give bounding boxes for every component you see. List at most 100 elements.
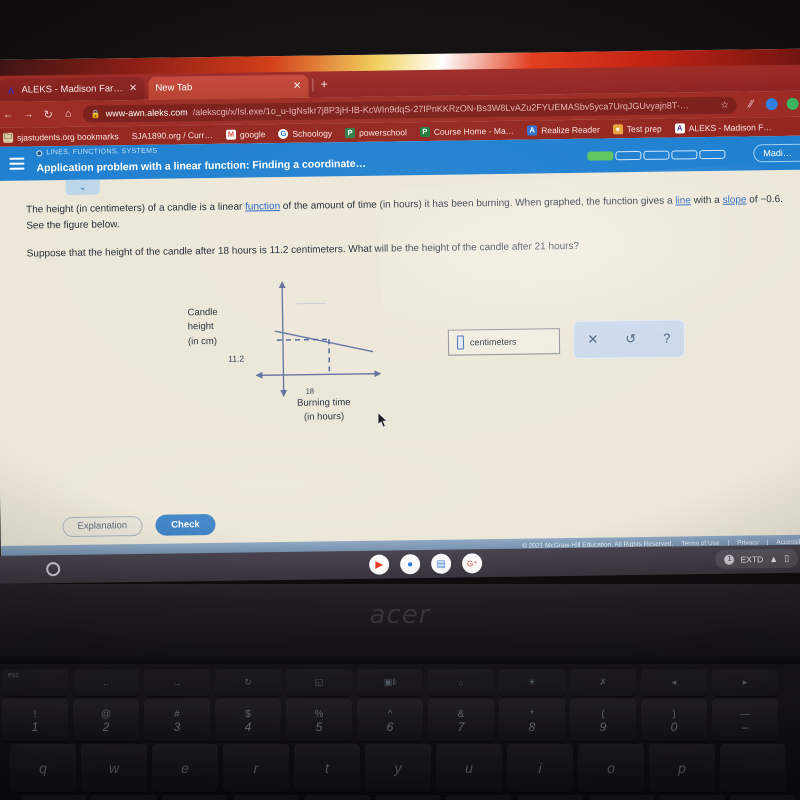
- bookmark-item[interactable]: A ALEKS - Madison F…: [674, 122, 772, 134]
- forward-icon[interactable]: →: [23, 108, 34, 120]
- key-8[interactable]: * 8: [499, 699, 565, 741]
- browser-tab-new-tab[interactable]: New Tab ✕: [148, 74, 309, 100]
- bookmark-item[interactable]: G Schoology: [278, 128, 332, 139]
- bookmark-item[interactable]: ● Test prep: [612, 123, 662, 134]
- key-k[interactable]: [517, 795, 583, 800]
- bookmark-item[interactable]: M google: [225, 129, 266, 140]
- undo-button[interactable]: ↺: [625, 331, 636, 347]
- check-button[interactable]: Check: [155, 513, 216, 536]
- chrome-icon[interactable]: ●: [400, 554, 421, 575]
- browser-tab-aleks[interactable]: A ALEKS - Madison Farris - Learn ✕: [0, 76, 145, 102]
- key-d[interactable]: [162, 795, 228, 800]
- key-g[interactable]: [304, 795, 370, 800]
- key-6[interactable]: ^ 6: [357, 699, 423, 741]
- key-y[interactable]: y: [365, 744, 431, 792]
- key-bracket-left[interactable]: [720, 744, 786, 792]
- aleks-favicon: A: [7, 85, 15, 96]
- key-2[interactable]: @ 2: [73, 699, 139, 741]
- key-u[interactable]: u: [436, 744, 502, 792]
- key-5[interactable]: % 5: [286, 699, 352, 741]
- key-glyph: 2: [102, 720, 110, 734]
- close-icon[interactable]: ✕: [129, 83, 138, 94]
- key-reload[interactable]: ↻: [215, 669, 281, 696]
- key-3[interactable]: # 3: [144, 699, 210, 741]
- google-plus-icon[interactable]: G⁺: [462, 553, 483, 574]
- user-menu-button[interactable]: Madi…: [753, 143, 800, 163]
- keyboard-letter-row: q w e r t y u i o p: [0, 744, 800, 792]
- key-q[interactable]: q: [10, 744, 76, 792]
- key-h[interactable]: [375, 795, 441, 800]
- progress-segment: [643, 150, 670, 160]
- system-tray[interactable]: 1 EXTD ▲ ▯: [715, 548, 799, 569]
- bookmark-item[interactable]: SJA1890.org / Curr…: [132, 129, 213, 140]
- key-quote[interactable]: [730, 795, 796, 800]
- profile-avatar-icon[interactable]: [765, 98, 778, 111]
- key-s[interactable]: [91, 795, 157, 800]
- key-j[interactable]: [446, 795, 512, 800]
- key-shift-glyph: *: [530, 709, 534, 720]
- home-icon[interactable]: ⌂: [63, 108, 74, 120]
- key-f[interactable]: [233, 795, 299, 800]
- key-minus[interactable]: — –: [712, 699, 778, 741]
- key-brightness-down[interactable]: ○: [428, 669, 494, 696]
- function-link[interactable]: function: [245, 201, 280, 212]
- close-icon[interactable]: ✕: [293, 81, 302, 92]
- acer-logo: acer: [369, 600, 431, 630]
- help-button[interactable]: ?: [663, 331, 670, 346]
- bookmark-item[interactable]: A Realize Reader: [527, 124, 600, 136]
- key-a[interactable]: [20, 795, 86, 800]
- back-icon[interactable]: ←: [3, 109, 14, 121]
- key-p[interactable]: p: [649, 744, 715, 792]
- explanation-button[interactable]: Explanation: [62, 515, 143, 537]
- bookmark-item[interactable]: P Course Home - Ma…: [419, 125, 515, 137]
- key-w[interactable]: w: [81, 744, 147, 792]
- key-shift-glyph: (: [601, 709, 605, 720]
- key-shift-glyph: ): [672, 709, 676, 720]
- bookmark-item[interactable]: P powerschool: [345, 127, 407, 138]
- reload-icon[interactable]: ↻: [43, 108, 54, 121]
- key-l[interactable]: [588, 795, 654, 800]
- extension-icon[interactable]: [786, 97, 799, 110]
- answer-input[interactable]: centimeters: [447, 327, 561, 356]
- slope-link[interactable]: slope: [722, 195, 746, 206]
- key-0[interactable]: ) 0: [641, 699, 707, 741]
- bookmark-label: Test prep: [626, 123, 662, 134]
- key-t[interactable]: t: [294, 744, 360, 792]
- bookmark-star-icon[interactable]: ☆: [721, 99, 729, 110]
- key-back[interactable]: ←: [73, 669, 139, 696]
- key-r[interactable]: r: [223, 744, 289, 792]
- key-i[interactable]: i: [507, 744, 573, 792]
- key-esc[interactable]: esc: [2, 669, 68, 696]
- key-forward[interactable]: →: [144, 669, 210, 696]
- bookmark-item[interactable]: 🗀 sjastudents.org bookmarks: [3, 131, 119, 143]
- question-text: The height (in centimeters) of a candle …: [26, 192, 787, 262]
- key-volume-up[interactable]: ▸: [712, 669, 778, 696]
- extension-puzzle-icon[interactable]: ⁄⁄: [746, 98, 757, 110]
- key-volume-down[interactable]: ◂: [641, 669, 707, 696]
- line-link[interactable]: line: [675, 195, 691, 206]
- youtube-icon[interactable]: ▶: [369, 554, 390, 575]
- key-semicolon[interactable]: [659, 795, 725, 800]
- key-9[interactable]: ( 9: [570, 699, 636, 741]
- key-e[interactable]: e: [152, 744, 218, 792]
- new-tab-button[interactable]: +: [320, 76, 328, 91]
- bookmark-label: Course Home - Ma…: [433, 125, 515, 137]
- laptop-keyboard: esc ← → ↻ ◱ ▣‖ ○ ☀ ✗ ◂ ▸ ! 1 @ 2 # 3 $ 4…: [0, 664, 800, 800]
- topic-bullet-icon: [36, 150, 43, 157]
- key-overview[interactable]: ▣‖: [357, 669, 423, 696]
- hamburger-icon[interactable]: [9, 157, 25, 170]
- clear-button[interactable]: ✕: [587, 331, 598, 347]
- launcher-circle-icon[interactable]: [46, 562, 61, 577]
- bookmark-label: Schoology: [292, 127, 333, 139]
- key-1[interactable]: ! 1: [2, 699, 68, 741]
- key-fullscreen[interactable]: ◱: [286, 669, 352, 696]
- key-4[interactable]: $ 4: [215, 699, 281, 741]
- candle-height-graph: [255, 280, 382, 397]
- key-7[interactable]: & 7: [428, 699, 494, 741]
- key-brightness-up[interactable]: ☀: [499, 669, 565, 696]
- url-host: www-awn.aleks.com: [105, 107, 188, 119]
- key-mute[interactable]: ✗: [570, 669, 636, 696]
- key-o[interactable]: o: [578, 744, 644, 792]
- progress-bar: [587, 149, 726, 161]
- google-docs-icon[interactable]: ▤: [431, 553, 452, 574]
